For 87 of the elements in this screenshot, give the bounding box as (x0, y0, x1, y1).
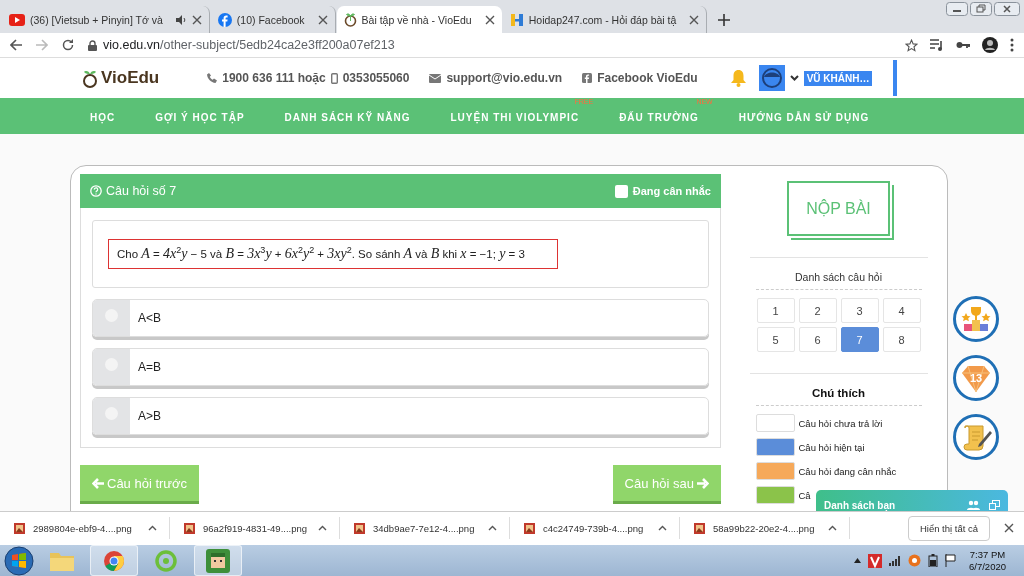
legend-label: Câ (798, 489, 811, 501)
caret-up-icon[interactable] (488, 525, 497, 532)
mail-icon (429, 73, 442, 83)
menu-icon[interactable] (1010, 38, 1014, 52)
playlist-icon[interactable] (930, 39, 944, 51)
question-number[interactable]: 2 (798, 298, 837, 323)
chrome-icon[interactable] (103, 549, 125, 572)
phone-icon (207, 73, 218, 83)
avatar-icon[interactable] (758, 65, 785, 91)
download-item[interactable]: 2989804e-ebf9-4....png (0, 517, 170, 540)
email-link[interactable]: support@vio.edu.vn (446, 71, 563, 85)
legend-label: Câu hỏi đang cân nhắc (798, 465, 897, 477)
social-site-icon (217, 12, 232, 27)
question-list-title: Danh sách câu hỏi (795, 271, 882, 283)
profile-avatar-icon[interactable] (982, 37, 998, 53)
antivirus-icon[interactable] (868, 553, 882, 568)
logo-icon (82, 68, 98, 88)
download-item[interactable]: 96a2f919-4831-49....png (170, 517, 340, 540)
mobile-icon (330, 72, 338, 84)
speaker-icon[interactable] (175, 14, 187, 25)
tray-expand-icon[interactable] (854, 558, 861, 563)
mobile-number: 0353055060 (342, 71, 410, 85)
image-file-icon (694, 522, 705, 534)
download-item[interactable]: 58a99b22-20e2-4....png (680, 517, 850, 540)
question-number[interactable]: 8 (882, 327, 921, 352)
facebook-icon (582, 73, 593, 83)
close-icon[interactable] (994, 2, 1020, 16)
back-icon[interactable] (10, 39, 22, 51)
restore-icon[interactable] (970, 2, 992, 16)
caret-icon[interactable] (789, 75, 799, 81)
help-icon (90, 185, 102, 197)
signal-icon[interactable] (889, 555, 901, 566)
clock[interactable]: 7:37 PM 6/7/2020 (969, 548, 1006, 573)
user-name[interactable]: VŨ KHÁNH… (803, 70, 873, 86)
question-title: Câu hỏi số 7 (106, 184, 177, 198)
star-icon[interactable] (905, 38, 918, 52)
question-number[interactable]: 3 (840, 298, 879, 323)
minimize-icon[interactable] (946, 2, 968, 16)
question-number[interactable]: 1 (756, 298, 795, 323)
question-text: Cho A = 4x$^{2}$y − 5 và B = 3x$^{3}$y + 6x$^{2}$y$^{2}$ + 3xy$^{2}$. So sánh A và B khi x = −1; y = 3 (108, 239, 558, 269)
lock-icon (88, 39, 97, 51)
image-file-icon (14, 522, 25, 534)
gem-count: 13 (969, 372, 983, 384)
facebook-link[interactable]: Facebook VioEdu (597, 71, 698, 85)
logo-text[interactable]: VioEdu (101, 68, 160, 88)
caret-up-icon[interactable] (658, 525, 667, 532)
image-file-icon (184, 522, 195, 534)
scroll-quill-icon[interactable] (953, 414, 999, 460)
answer-option[interactable]: A<B (92, 299, 709, 337)
sprout-icon (343, 12, 357, 27)
legend-title: Chú thích (812, 387, 865, 399)
battery-icon[interactable] (928, 554, 938, 567)
flag-icon[interactable] (945, 554, 956, 567)
answer-option[interactable]: A=B (92, 348, 709, 386)
browser-tab[interactable]: Bài tập về nhà - VioEdu (336, 6, 502, 33)
start-button[interactable] (4, 545, 34, 576)
arrow-right-icon (697, 477, 709, 489)
caret-up-icon[interactable] (828, 525, 837, 532)
show-all-button[interactable]: Hiển thị tất cả (907, 515, 990, 541)
question-number[interactable]: 5 (756, 327, 795, 352)
close-tab-icon[interactable] (484, 14, 495, 25)
hotline-text: 1900 636 111 hoặc (222, 71, 326, 85)
new-tab-icon[interactable] (718, 14, 731, 26)
question-number[interactable]: 4 (882, 298, 921, 323)
game-app-icon[interactable] (206, 548, 230, 573)
close-tab-icon[interactable] (191, 14, 202, 25)
arrow-left-icon (92, 477, 104, 489)
update-icon[interactable] (908, 554, 921, 567)
video-site-icon (9, 13, 25, 26)
key-icon[interactable] (956, 40, 970, 50)
close-tab-icon[interactable] (689, 14, 700, 25)
legend-label: Câu hỏi chưa trả lời (798, 417, 883, 429)
close-tab-icon[interactable] (317, 14, 328, 25)
answer-option[interactable]: A>B (92, 397, 709, 435)
image-file-icon (354, 522, 365, 534)
image-file-icon (524, 522, 535, 534)
download-item[interactable]: c4c24749-739b-4....png (510, 517, 680, 540)
caret-up-icon[interactable] (318, 525, 327, 532)
download-item[interactable]: 34db9ae7-7e12-4....png (340, 517, 510, 540)
site-logo-icon (509, 12, 524, 27)
address-field[interactable]: vio.edu.vn/other-subject/5edb24ca2e3ff200a07ef213 (88, 38, 891, 52)
reload-icon[interactable] (62, 39, 74, 51)
legend-label: Câu hỏi hiện tại (798, 441, 865, 453)
trophy-podium-icon[interactable] (953, 296, 999, 342)
caret-up-icon[interactable] (148, 525, 157, 532)
close-icon[interactable] (1004, 523, 1014, 534)
question-number[interactable]: 6 (798, 327, 837, 352)
